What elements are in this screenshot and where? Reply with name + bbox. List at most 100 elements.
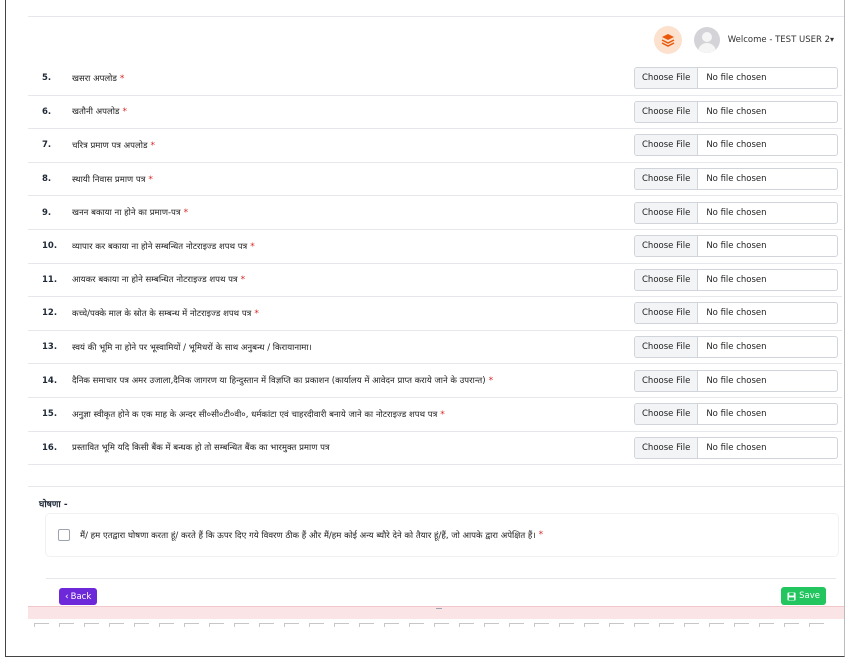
file-input[interactable]: Choose File No file chosen bbox=[634, 100, 838, 123]
back-button[interactable]: ‹ Back bbox=[59, 588, 98, 605]
document-row: 13. स्वयं की भूमि ना होने पर भूस्वामियों … bbox=[28, 331, 842, 365]
row-number: 13. bbox=[42, 342, 58, 353]
row-number: 14. bbox=[42, 375, 58, 386]
top-header: Welcome - TEST USER 2▾ bbox=[28, 20, 844, 60]
choose-file-button[interactable]: Choose File bbox=[635, 370, 699, 391]
required-mark: * bbox=[538, 530, 544, 540]
chevron-down-icon: ▾ bbox=[829, 35, 834, 44]
row-number: 15. bbox=[42, 409, 58, 420]
choose-file-button[interactable]: Choose File bbox=[635, 269, 699, 290]
choose-file-button[interactable]: Choose File bbox=[635, 135, 699, 156]
save-label: Save bbox=[799, 591, 820, 601]
file-status: No file chosen bbox=[706, 106, 767, 117]
layers-button[interactable] bbox=[653, 26, 682, 54]
required-mark: * bbox=[150, 140, 156, 151]
choose-file-button[interactable]: Choose File bbox=[635, 202, 699, 223]
file-status: No file chosen bbox=[706, 308, 767, 319]
ruler-decoration bbox=[28, 623, 844, 629]
document-label-text: खनन बकाया ना होने का प्रमाण-पत्र bbox=[72, 208, 181, 219]
document-label-text: स्थायी निवास प्रमाण पत्र bbox=[72, 174, 146, 185]
file-input[interactable]: Choose File No file chosen bbox=[634, 336, 838, 359]
document-label-text: प्रस्तावित भूमि यदि किसी बैंक में बन्धक … bbox=[72, 443, 330, 454]
row-number: 11. bbox=[42, 274, 58, 285]
required-mark: * bbox=[183, 208, 189, 219]
row-number: 5. bbox=[42, 73, 52, 84]
file-status: No file chosen bbox=[706, 375, 767, 386]
document-row: 16. प्रस्तावित भूमि यदि किसी बैंक में बन्… bbox=[28, 432, 842, 466]
user-menu[interactable]: Welcome - TEST USER 2▾ bbox=[728, 35, 834, 45]
back-label: Back bbox=[70, 591, 92, 602]
required-mark: * bbox=[119, 73, 125, 84]
document-row: 7. चरित्र प्रमाण पत्र अपलोड * Choose File No… bbox=[28, 129, 842, 163]
row-number: 8. bbox=[42, 174, 52, 185]
file-status: No file chosen bbox=[706, 409, 767, 420]
file-input[interactable]: Choose File No file chosen bbox=[634, 168, 838, 191]
declaration-box: मैं/ हम एतद्वारा घोषणा करता हूं/ करते है… bbox=[46, 514, 838, 556]
choose-file-button[interactable]: Choose File bbox=[635, 169, 699, 190]
file-status: No file chosen bbox=[706, 174, 767, 185]
required-mark: * bbox=[122, 107, 127, 118]
document-row: 9. खनन बकाया ना होने का प्रमाण-पत्र * Choos… bbox=[28, 196, 842, 230]
file-status: No file chosen bbox=[706, 342, 767, 353]
required-mark: * bbox=[254, 308, 259, 319]
document-label-text: कच्चे/पक्के माल के स्रोत के सम्बन्ध में … bbox=[72, 308, 252, 319]
file-status: No file chosen bbox=[706, 442, 767, 453]
row-number: 7. bbox=[42, 140, 52, 151]
file-status: No file chosen bbox=[706, 140, 767, 151]
document-row: 12. कच्चे/पक्के माल के स्रोत के सम्बन्ध म… bbox=[28, 297, 842, 331]
document-row: 6. खतौनी अपलोड * Choose File No file chosen bbox=[28, 96, 842, 130]
save-button[interactable]: Save bbox=[781, 587, 826, 605]
required-mark: * bbox=[488, 376, 494, 387]
choose-file-button[interactable]: Choose File bbox=[635, 101, 699, 122]
document-label-text: खतौनी अपलोड bbox=[72, 107, 120, 118]
required-mark: * bbox=[440, 409, 445, 420]
file-input[interactable]: Choose File No file chosen bbox=[634, 268, 838, 291]
resize-bar[interactable] bbox=[28, 606, 844, 619]
document-label-text: अनुज्ञा स्वीकृत होने क एक माह के अन्दर स… bbox=[72, 409, 438, 420]
file-input[interactable]: Choose File No file chosen bbox=[634, 436, 838, 459]
user-avatar-icon[interactable] bbox=[693, 27, 720, 53]
choose-file-button[interactable]: Choose File bbox=[635, 337, 699, 358]
file-input[interactable]: Choose File No file chosen bbox=[634, 67, 838, 90]
header-divider bbox=[28, 16, 844, 17]
document-row: 10. व्यापार कर बकाया ना होने सम्बन्धित नो… bbox=[28, 230, 842, 264]
file-input[interactable]: Choose File No file chosen bbox=[634, 235, 838, 258]
declaration-text: मैं/ हम एतद्वारा घोषणा करता हूं/ करते है… bbox=[80, 530, 536, 541]
required-mark: * bbox=[240, 275, 246, 286]
file-input[interactable]: Choose File No file chosen bbox=[634, 201, 838, 224]
chevron-left-icon: ‹ bbox=[65, 591, 69, 602]
choose-file-button[interactable]: Choose File bbox=[635, 437, 699, 458]
file-input[interactable]: Choose File No file chosen bbox=[634, 302, 838, 325]
required-mark: * bbox=[250, 241, 255, 252]
document-label-text: चरित्र प्रमाण पत्र अपलोड bbox=[72, 140, 148, 151]
document-row: 15. अनुज्ञा स्वीकृत होने क एक माह के अन्द… bbox=[28, 398, 842, 432]
section-divider bbox=[28, 486, 844, 487]
document-label-text: आयकर बकाया ना होने सम्बन्धित नोटराइज्ड श… bbox=[72, 275, 238, 286]
declaration-title: घोषणा - bbox=[39, 500, 68, 510]
floppy-disk-icon bbox=[787, 591, 796, 601]
choose-file-button[interactable]: Choose File bbox=[635, 404, 699, 425]
layers-icon bbox=[661, 34, 675, 47]
document-row: 5. खसरा अपलोड * Choose File No file chosen bbox=[28, 62, 842, 96]
document-label-text: स्वयं की भूमि ना होने पर भूस्वामियों / भ… bbox=[72, 342, 312, 353]
document-row: 11. आयकर बकाया ना होने सम्बन्धित नोटराइज्… bbox=[28, 264, 842, 298]
document-label-text: खसरा अपलोड bbox=[72, 73, 117, 84]
declaration-checkbox[interactable] bbox=[58, 529, 70, 541]
page-frame: Welcome - TEST USER 2▾ 5. खसरा अपलोड * Choo… bbox=[5, 0, 845, 657]
file-status: No file chosen bbox=[706, 207, 767, 218]
choose-file-button[interactable]: Choose File bbox=[635, 68, 699, 89]
row-number: 6. bbox=[42, 106, 52, 117]
row-number: 12. bbox=[42, 308, 58, 319]
file-status: No file chosen bbox=[706, 73, 767, 84]
document-row: 8. स्थायी निवास प्रमाण पत्र * Choose File No… bbox=[28, 163, 842, 197]
file-status: No file chosen bbox=[706, 241, 767, 252]
file-input[interactable]: Choose File No file chosen bbox=[634, 369, 838, 392]
document-row: 14. दैनिक समाचार पत्र अमर उजाला,दैनिक जाग… bbox=[28, 364, 842, 398]
row-number: 10. bbox=[42, 241, 58, 252]
row-number: 16. bbox=[42, 442, 58, 453]
file-input[interactable]: Choose File No file chosen bbox=[634, 134, 838, 157]
choose-file-button[interactable]: Choose File bbox=[635, 303, 699, 324]
document-upload-list: 5. खसरा अपलोड * Choose File No file chosen 6.… bbox=[28, 62, 842, 466]
file-input[interactable]: Choose File No file chosen bbox=[634, 403, 838, 426]
choose-file-button[interactable]: Choose File bbox=[635, 236, 699, 257]
